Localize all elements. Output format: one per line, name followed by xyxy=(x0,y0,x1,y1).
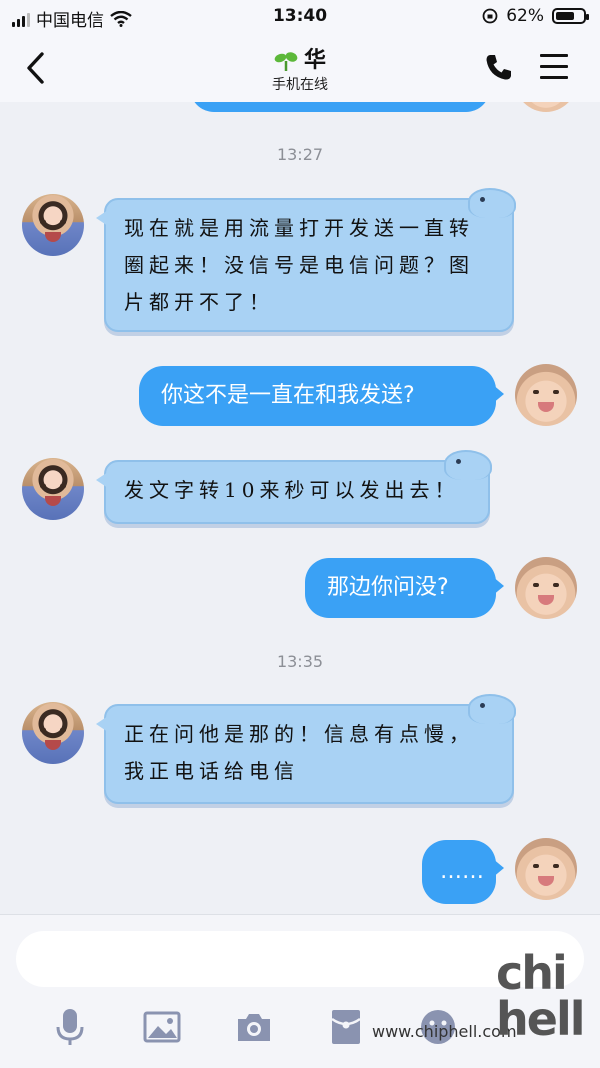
message-bubble-outgoing[interactable]: 那边你问没? xyxy=(305,558,504,618)
chiphell-logo: chi hell xyxy=(496,946,585,1046)
my-avatar[interactable] xyxy=(515,364,577,426)
message-text: 那边你问没? xyxy=(327,575,449,600)
timestamp: 13:35 xyxy=(276,652,324,671)
message-bubble-outgoing[interactable]: 你这不是一直在和我发送? xyxy=(139,366,504,426)
my-avatar[interactable] xyxy=(515,838,577,900)
previous-message-bubble xyxy=(190,102,490,112)
message-bubble-outgoing[interactable]: …… xyxy=(422,840,504,904)
image-icon[interactable] xyxy=(142,1007,182,1047)
watermark-url: www.chiphell.com xyxy=(372,1022,517,1041)
orientation-lock-icon xyxy=(482,8,498,24)
message-bubble-incoming[interactable]: 现在就是用流量打开发送一直转圈起来！没信号是电信问题？图片都开不了！ xyxy=(96,188,516,332)
chat-area: 13:27 现在就是用流量打开发送一直转圈起来！没信号是电信问题？图片都开不了！… xyxy=(0,102,600,914)
camera-icon[interactable] xyxy=(234,1007,274,1047)
message-bubble-incoming[interactable]: 正在问他是那的！信息有点慢，我正电话给电信 xyxy=(96,694,516,804)
message-text: 发文字转10来秒可以发出去！ xyxy=(124,478,460,502)
my-avatar[interactable] xyxy=(515,557,577,619)
battery-percent: 62% xyxy=(506,6,544,26)
message-text: …… xyxy=(440,859,484,884)
message-bubble-incoming[interactable]: 发文字转10来秒可以发出去！ xyxy=(96,450,492,524)
message-text: 现在就是用流量打开发送一直转圈起来！没信号是电信问题？图片都开不了！ xyxy=(124,216,474,314)
timestamp: 13:27 xyxy=(276,145,324,164)
nav-bar: 华 手机在线 xyxy=(0,34,600,102)
contact-avatar[interactable] xyxy=(22,194,84,256)
red-packet-icon[interactable] xyxy=(326,1007,366,1047)
contact-name-text: 华 xyxy=(303,48,326,73)
sprout-icon xyxy=(274,52,298,71)
my-avatar[interactable] xyxy=(515,102,577,112)
status-bar: 中国电信 13:40 62% xyxy=(0,0,600,34)
battery-icon xyxy=(552,8,589,24)
contact-avatar[interactable] xyxy=(22,702,84,764)
message-text: 正在问他是那的！信息有点慢，我正电话给电信 xyxy=(124,722,474,783)
microphone-icon[interactable] xyxy=(50,1007,90,1047)
message-text: 你这不是一直在和我发送? xyxy=(161,383,415,408)
menu-icon[interactable] xyxy=(540,54,568,80)
contact-avatar[interactable] xyxy=(22,458,84,520)
phone-icon[interactable] xyxy=(484,52,514,82)
